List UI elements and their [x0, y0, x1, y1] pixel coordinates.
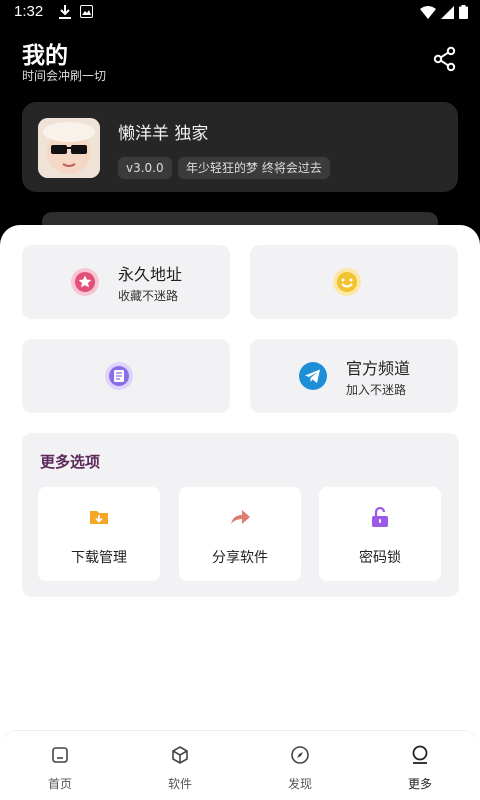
signal-icon [441, 5, 454, 19]
avatar[interactable] [38, 118, 100, 178]
option-label: 下载管理 [71, 550, 127, 566]
status-time: 1:32 [14, 3, 44, 20]
download-manager-button[interactable]: 下载管理 [38, 487, 160, 581]
nav-item-discover[interactable]: 发现 [240, 731, 360, 800]
compass-icon [291, 746, 309, 764]
download-folder-icon [90, 511, 108, 524]
option-label: 密码锁 [359, 550, 401, 566]
share-icon[interactable] [432, 46, 458, 72]
password-lock-button[interactable]: 密码锁 [319, 487, 441, 581]
image-status-icon [80, 5, 93, 18]
smile-icon [333, 268, 361, 296]
tile-smile[interactable] [250, 245, 458, 319]
profile-name: 懒洋羊 独家 [118, 124, 209, 144]
tile-title: 官方频道 [346, 359, 411, 378]
page-subtitle: 时间会冲刷一切 [22, 69, 107, 83]
cube-icon [172, 746, 188, 764]
nav-item-software[interactable]: 软件 [120, 731, 240, 800]
share-arrow-icon [231, 510, 250, 524]
tile-document[interactable] [22, 339, 230, 413]
tile-subtitle: 收藏不迷路 [118, 289, 179, 303]
share-software-button[interactable]: 分享软件 [179, 487, 301, 581]
home-icon [52, 747, 68, 763]
nav-item-home[interactable]: 首页 [0, 731, 120, 800]
tile-permanent-address[interactable]: 永久地址 收藏不迷路 [22, 245, 230, 319]
version-badge: v3.0.0 [118, 157, 172, 179]
nav-label: 首页 [47, 777, 72, 791]
bottom-nav: 首页 软件 发现 更多 [0, 730, 480, 800]
option-label: 分享软件 [212, 550, 268, 566]
more-options-panel: 更多选项 下载管理 分享软件 密码锁 [22, 433, 459, 597]
nav-label: 软件 [167, 777, 192, 791]
download-status-icon [59, 5, 71, 19]
more-options-title: 更多选项 [40, 453, 101, 471]
tile-title: 永久地址 [118, 265, 183, 284]
document-icon [105, 362, 133, 390]
telegram-icon [299, 362, 327, 390]
content-sheet: 永久地址 收藏不迷路 官方频道 加入不迷路 更多选项 下载管理 分享软件 密码锁 [0, 225, 480, 800]
nav-item-more[interactable]: 更多 [360, 731, 480, 800]
battery-icon [459, 5, 468, 19]
page-title: 我的 [22, 43, 68, 69]
wifi-icon [420, 5, 436, 19]
nav-label: 发现 [287, 777, 312, 791]
user-icon [412, 745, 428, 764]
unlock-icon [372, 506, 388, 527]
tile-official-channel[interactable]: 官方频道 加入不迷路 [250, 339, 458, 413]
profile-card[interactable]: 懒洋羊 独家 v3.0.0 年少轻狂的梦 终将会过去 [22, 102, 458, 192]
motto-badge: 年少轻狂的梦 终将会过去 [178, 157, 330, 179]
star-icon [71, 268, 99, 296]
status-bar: 1:32 [0, 0, 480, 26]
nav-label: 更多 [407, 777, 432, 791]
tile-subtitle: 加入不迷路 [346, 383, 407, 397]
